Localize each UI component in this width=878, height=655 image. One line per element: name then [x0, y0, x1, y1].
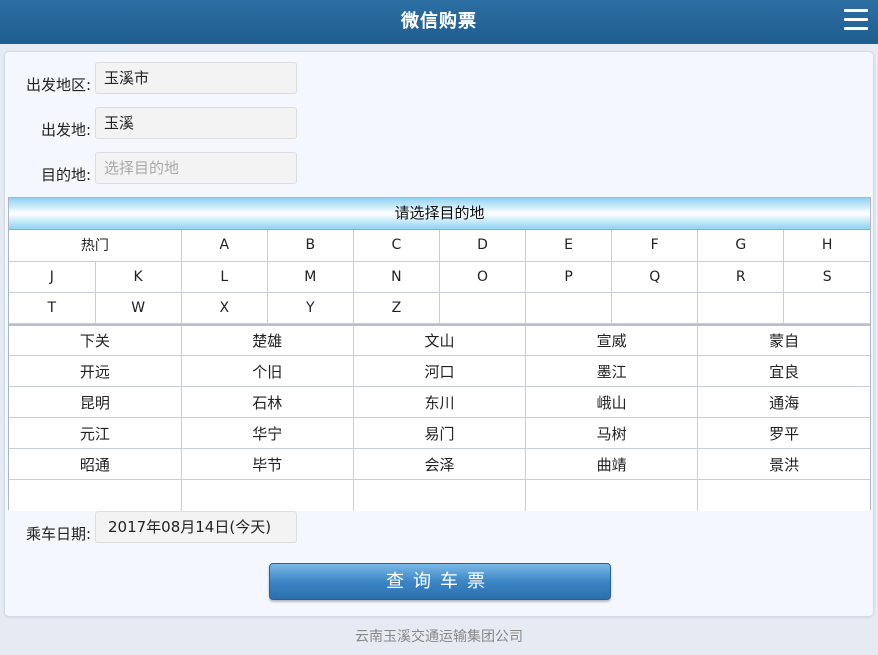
letter-tab[interactable]: L: [180, 260, 268, 293]
picker-title: 请选择目的地: [9, 198, 870, 230]
letter-tab-hot[interactable]: 热门: [9, 230, 182, 262]
destination-input[interactable]: [95, 152, 297, 184]
letter-tab[interactable]: C: [352, 230, 440, 262]
city-option-empty: [352, 479, 527, 511]
city-option-empty: [697, 479, 870, 511]
destination-row: 目的地:: [5, 152, 305, 184]
city-option-empty: [525, 479, 699, 511]
letter-row: J K L M N O P Q R S: [9, 260, 870, 293]
ticket-form-card: 出发地区: 玉溪市 出发地: 玉溪 目的地: 请选择目的地 热门 A B C D: [4, 51, 874, 617]
letter-index-table: 热门 A B C D E F G H J K L M N O P Q R S T…: [9, 230, 870, 324]
letter-tab-empty: [438, 291, 527, 324]
letter-tab[interactable]: B: [266, 230, 354, 262]
city-row: 昆明 石林 东川 峨山 通海: [9, 386, 870, 418]
city-option[interactable]: 通海: [697, 386, 870, 418]
city-option[interactable]: 毕节: [180, 448, 354, 480]
app-header: 微信购票: [0, 0, 878, 44]
city-option[interactable]: 宜良: [697, 355, 870, 387]
departure-field[interactable]: 玉溪: [95, 107, 297, 139]
letter-tab[interactable]: P: [525, 260, 613, 293]
city-option[interactable]: 楚雄: [180, 324, 354, 356]
footer-company-name: 云南玉溪交通运输集团公司: [355, 629, 523, 645]
city-option[interactable]: 会泽: [352, 448, 527, 480]
city-option[interactable]: 文山: [352, 324, 527, 356]
travel-date-row: 乘车日期: 2017年08月14日(今天): [5, 511, 305, 543]
letter-tab[interactable]: N: [352, 260, 440, 293]
travel-date-label: 乘车日期:: [25, 525, 91, 543]
city-option[interactable]: 昆明: [9, 386, 182, 418]
city-option[interactable]: 易门: [352, 417, 527, 449]
letter-row: 热门 A B C D E F G H: [9, 230, 870, 262]
city-option[interactable]: 个旧: [180, 355, 354, 387]
city-row: 下关 楚雄 文山 宣威 蒙自: [9, 324, 870, 356]
letter-tab[interactable]: R: [697, 260, 785, 293]
city-option[interactable]: 石林: [180, 386, 354, 418]
destination-picker: 请选择目的地 热门 A B C D E F G H J K L M N O P …: [8, 197, 871, 511]
city-option[interactable]: 华宁: [180, 417, 354, 449]
letter-tab[interactable]: O: [438, 260, 527, 293]
letter-tab[interactable]: Z: [352, 291, 440, 324]
letter-tab[interactable]: W: [94, 291, 182, 324]
letter-row: T W X Y Z: [9, 291, 870, 324]
letter-tab[interactable]: A: [180, 230, 268, 262]
letter-tab[interactable]: K: [94, 260, 182, 293]
travel-date-field[interactable]: 2017年08月14日(今天): [95, 511, 297, 543]
city-option[interactable]: 峨山: [525, 386, 699, 418]
city-row: 昭通 毕节 会泽 曲靖 景洪: [9, 448, 870, 480]
city-row: 开远 个旧 河口 墨江 宜良: [9, 355, 870, 387]
city-option[interactable]: 罗平: [697, 417, 870, 449]
city-option[interactable]: 下关: [9, 324, 182, 356]
letter-tab[interactable]: X: [180, 291, 268, 324]
city-row: [9, 479, 870, 511]
city-row: 元江 华宁 易门 马树 罗平: [9, 417, 870, 449]
departure-region-field[interactable]: 玉溪市: [95, 62, 297, 94]
page-title: 微信购票: [401, 11, 477, 32]
city-option[interactable]: 蒙自: [697, 324, 870, 356]
letter-tab[interactable]: F: [611, 230, 699, 262]
letter-tab[interactable]: G: [697, 230, 785, 262]
letter-tab-empty: [783, 291, 870, 324]
letter-tab-empty: [611, 291, 699, 324]
city-option-empty: [180, 479, 354, 511]
city-option[interactable]: 开远: [9, 355, 182, 387]
letter-tab[interactable]: E: [525, 230, 613, 262]
letter-tab-empty: [525, 291, 613, 324]
city-option[interactable]: 昭通: [9, 448, 182, 480]
hamburger-menu-icon[interactable]: [844, 9, 868, 33]
letter-tab[interactable]: H: [783, 230, 870, 262]
search-tickets-button[interactable]: 查询车票: [269, 563, 611, 600]
city-option[interactable]: 马树: [525, 417, 699, 449]
letter-tab[interactable]: J: [9, 260, 96, 293]
city-list-table: 下关 楚雄 文山 宣威 蒙自 开远 个旧 河口 墨江 宜良 昆明 石林 东川 峨…: [9, 323, 870, 511]
city-option[interactable]: 河口: [352, 355, 527, 387]
letter-tab[interactable]: Y: [266, 291, 354, 324]
departure-row: 出发地: 玉溪: [5, 107, 305, 139]
city-option-empty: [9, 479, 182, 511]
letter-tab[interactable]: Q: [611, 260, 699, 293]
departure-region-row: 出发地区: 玉溪市: [5, 62, 305, 94]
city-option[interactable]: 东川: [352, 386, 527, 418]
city-option[interactable]: 曲靖: [525, 448, 699, 480]
city-option[interactable]: 墨江: [525, 355, 699, 387]
city-option[interactable]: 元江: [9, 417, 182, 449]
departure-label: 出发地:: [40, 121, 91, 139]
city-option[interactable]: 宣威: [525, 324, 699, 356]
letter-tab[interactable]: S: [783, 260, 870, 293]
letter-tab[interactable]: T: [9, 291, 96, 324]
city-option[interactable]: 景洪: [697, 448, 870, 480]
letter-tab[interactable]: D: [438, 230, 527, 262]
letter-tab[interactable]: M: [266, 260, 354, 293]
destination-label: 目的地:: [40, 166, 91, 184]
departure-region-label: 出发地区:: [25, 76, 91, 94]
letter-tab-empty: [697, 291, 785, 324]
